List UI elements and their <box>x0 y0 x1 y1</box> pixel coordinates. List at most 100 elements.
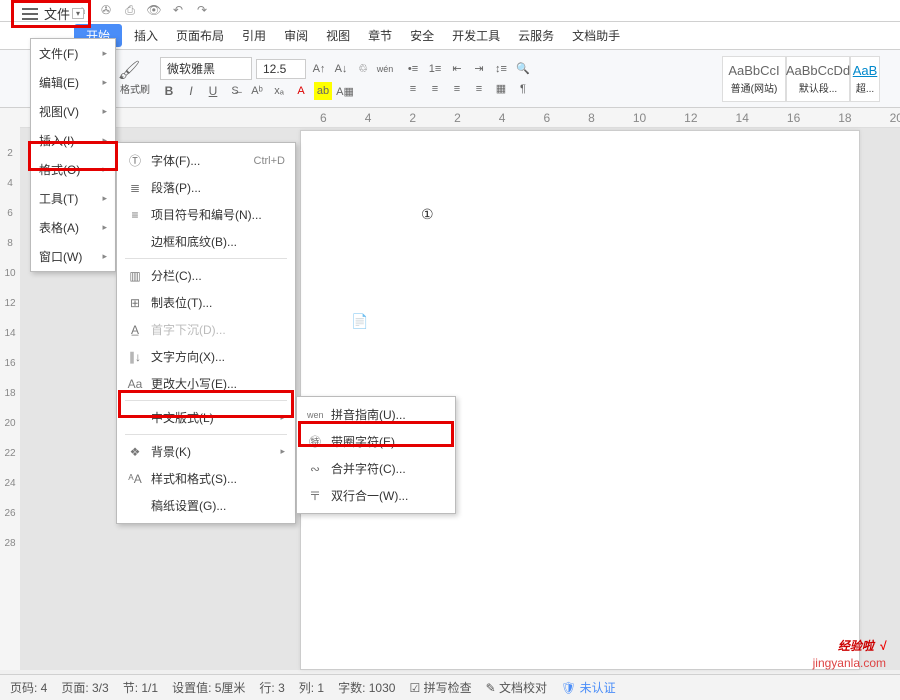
highlight-icon[interactable]: ab <box>314 82 332 100</box>
underline-icon[interactable]: U <box>204 82 222 100</box>
font-group: 微软雅黑 12.5 A↑ A↓ ♲ wén B I U S̶ Aᵇ xₐ A a… <box>160 57 394 100</box>
tab-references[interactable]: 引用 <box>236 24 272 47</box>
status-spell[interactable]: ☑ 拼写检查 <box>409 679 471 696</box>
tab-insert[interactable]: 插入 <box>128 24 164 47</box>
menu-window[interactable]: 窗口(W)▸ <box>31 242 115 271</box>
format-submenu: Ⓣ字体(F)...Ctrl+D ≣段落(P)... ≡项目符号和编号(N)...… <box>116 142 296 524</box>
status-page[interactable]: 页面: 3/3 <box>61 679 108 696</box>
grow-font-icon[interactable]: A↑ <box>310 60 328 78</box>
horizontal-ruler: 642 246 81012 141618 2022 <box>20 108 900 128</box>
file-label: 文件 <box>44 4 70 23</box>
ribbon: 🖌 格式刷 微软雅黑 12.5 A↑ A↓ ♲ wén B I U S̶ Aᵇ … <box>0 50 900 108</box>
caret-down-icon[interactable]: ▾ <box>72 8 84 19</box>
tab-view[interactable]: 视图 <box>320 24 356 47</box>
menu-twolines[interactable]: 〒双行合一(W)... <box>297 482 455 509</box>
align-right-icon[interactable]: ≡ <box>448 80 466 98</box>
menu-font[interactable]: Ⓣ字体(F)...Ctrl+D <box>117 147 295 174</box>
print-icon[interactable]: ⎙ <box>122 3 138 18</box>
clear-format-icon[interactable]: ♲ <box>354 60 372 78</box>
preview-icon[interactable]: 👁 <box>146 3 162 18</box>
strike-icon[interactable]: S̶ <box>226 82 244 100</box>
bullets-icon[interactable]: •≡ <box>404 60 422 78</box>
tab-helper[interactable]: 文档助手 <box>566 24 626 47</box>
align-left-icon[interactable]: ≡ <box>404 80 422 98</box>
menu-cnlayout[interactable]: 中文版式(L)▸ <box>117 404 295 431</box>
menu-bullets[interactable]: ≡项目符号和编号(N)... <box>117 201 295 228</box>
file-dropdown: 文件(F)▸ 编辑(E)▸ 视图(V)▸ 插入(I)▸ 格式(O)▸ 工具(T)… <box>30 38 116 272</box>
menu-tabs[interactable]: ⊞制表位(T)... <box>117 289 295 316</box>
qat-icons: ⌂ ✇ ⎙ 👁 ↶ ↷ <box>74 3 210 18</box>
redo-icon[interactable]: ↷ <box>194 3 210 18</box>
outdent-icon[interactable]: ⇤ <box>448 60 466 78</box>
menu-background[interactable]: ❖背景(K)▸ <box>117 438 295 465</box>
status-auth[interactable]: 🛡 未认证 <box>561 679 616 696</box>
status-col[interactable]: 列: 1 <box>299 679 324 696</box>
undo-icon[interactable]: ↶ <box>170 3 186 18</box>
super-icon[interactable]: Aᵇ <box>248 82 266 100</box>
align-center-icon[interactable]: ≡ <box>426 80 444 98</box>
menu-insert[interactable]: 插入(I)▸ <box>31 126 115 155</box>
style-normal[interactable]: AaBbCcI普通(网站) <box>722 56 786 102</box>
menu-writing[interactable]: 稿纸设置(G)... <box>117 492 295 519</box>
menu-dropcap[interactable]: A̲首字下沉(D)... <box>117 316 295 343</box>
tab-section[interactable]: 章节 <box>362 24 398 47</box>
numbering-icon[interactable]: 1≡ <box>426 60 444 78</box>
paragraph-handle-icon[interactable]: 📄 <box>351 313 368 330</box>
menu-borders[interactable]: 边框和底纹(B)... <box>117 228 295 255</box>
quick-access-toolbar: ⌂ ✇ ⎙ 👁 ↶ ↷ <box>0 0 900 22</box>
status-line[interactable]: 行: 3 <box>259 679 284 696</box>
menu-pinyin[interactable]: wen拼音指南(U)... <box>297 401 455 428</box>
menu-changecase[interactable]: Aa更改大小写(E)... <box>117 370 295 397</box>
menu-file[interactable]: 文件(F)▸ <box>31 39 115 68</box>
search-icon[interactable]: 🔍 <box>514 60 532 78</box>
style-link[interactable]: AaB超... <box>850 56 880 102</box>
menu-paragraph[interactable]: ≣段落(P)... <box>117 174 295 201</box>
file-menu-button[interactable]: 文件 ▾ <box>22 4 84 23</box>
italic-icon[interactable]: I <box>182 82 200 100</box>
justify-icon[interactable]: ≡ <box>470 80 488 98</box>
indent-icon[interactable]: ⇥ <box>470 60 488 78</box>
save-icon[interactable]: ✇ <box>98 3 114 18</box>
status-bar: 页码: 4 页面: 3/3 节: 1/1 设置值: 5厘米 行: 3 列: 1 … <box>0 674 900 700</box>
cnlayout-submenu: wen拼音指南(U)... ㊕带圈字符(E)... ∾合并字符(C)... 〒双… <box>296 396 456 514</box>
circled-one: ① <box>421 206 434 223</box>
tab-dev[interactable]: 开发工具 <box>446 24 506 47</box>
size-select[interactable]: 12.5 <box>256 59 306 79</box>
clipboard-group: 🖌 格式刷 <box>120 61 150 96</box>
menu-textdir[interactable]: ∥↓文字方向(X)... <box>117 343 295 370</box>
pinyin-icon[interactable]: wén <box>376 60 394 78</box>
vertical-ruler: 246810121416182022242628 <box>0 108 20 670</box>
menu-format[interactable]: 格式(O)▸ <box>31 155 115 184</box>
font-select[interactable]: 微软雅黑 <box>160 57 252 80</box>
menu-tools[interactable]: 工具(T)▸ <box>31 184 115 213</box>
menu-view[interactable]: 视图(V)▸ <box>31 97 115 126</box>
fontcolor-icon[interactable]: A <box>292 82 310 100</box>
menu-columns[interactable]: ▥分栏(C)... <box>117 262 295 289</box>
status-proof[interactable]: ✎ 文档校对 <box>486 679 547 696</box>
menu-edit[interactable]: 编辑(E)▸ <box>31 68 115 97</box>
status-pagenum[interactable]: 页码: 4 <box>10 679 47 696</box>
tab-safety[interactable]: 安全 <box>404 24 440 47</box>
tab-review[interactable]: 审阅 <box>278 24 314 47</box>
menu-combine[interactable]: ∾合并字符(C)... <box>297 455 455 482</box>
status-section[interactable]: 节: 1/1 <box>123 679 158 696</box>
menu-enclosed[interactable]: ㊕带圈字符(E)... <box>297 428 455 455</box>
tab-cloud[interactable]: 云服务 <box>512 24 560 47</box>
format-painter-label: 格式刷 <box>120 81 150 96</box>
status-setval[interactable]: 设置值: 5厘米 <box>172 679 245 696</box>
shading-icon[interactable]: ▦ <box>492 80 510 98</box>
menu-styles[interactable]: ᴬA样式和格式(S)... <box>117 465 295 492</box>
tab-bar: 开始 插入 页面布局 引用 审阅 视图 章节 安全 开发工具 云服务 文档助手 <box>0 22 900 50</box>
sub-icon[interactable]: xₐ <box>270 82 288 100</box>
tab-pagelayout[interactable]: 页面布局 <box>170 24 230 47</box>
charbg-icon[interactable]: A▦ <box>336 82 354 100</box>
style-default[interactable]: AaBbCcDd默认段... <box>786 56 850 102</box>
linespace-icon[interactable]: ↕≡ <box>492 60 510 78</box>
shrink-font-icon[interactable]: A↓ <box>332 60 350 78</box>
bold-icon[interactable]: B <box>160 82 178 100</box>
status-words[interactable]: 字数: 1030 <box>338 679 395 696</box>
menu-table[interactable]: 表格(A)▸ <box>31 213 115 242</box>
format-painter-icon[interactable]: 🖌 <box>120 61 138 79</box>
hamburger-icon <box>22 8 38 20</box>
marks-icon[interactable]: ¶ <box>514 80 532 98</box>
